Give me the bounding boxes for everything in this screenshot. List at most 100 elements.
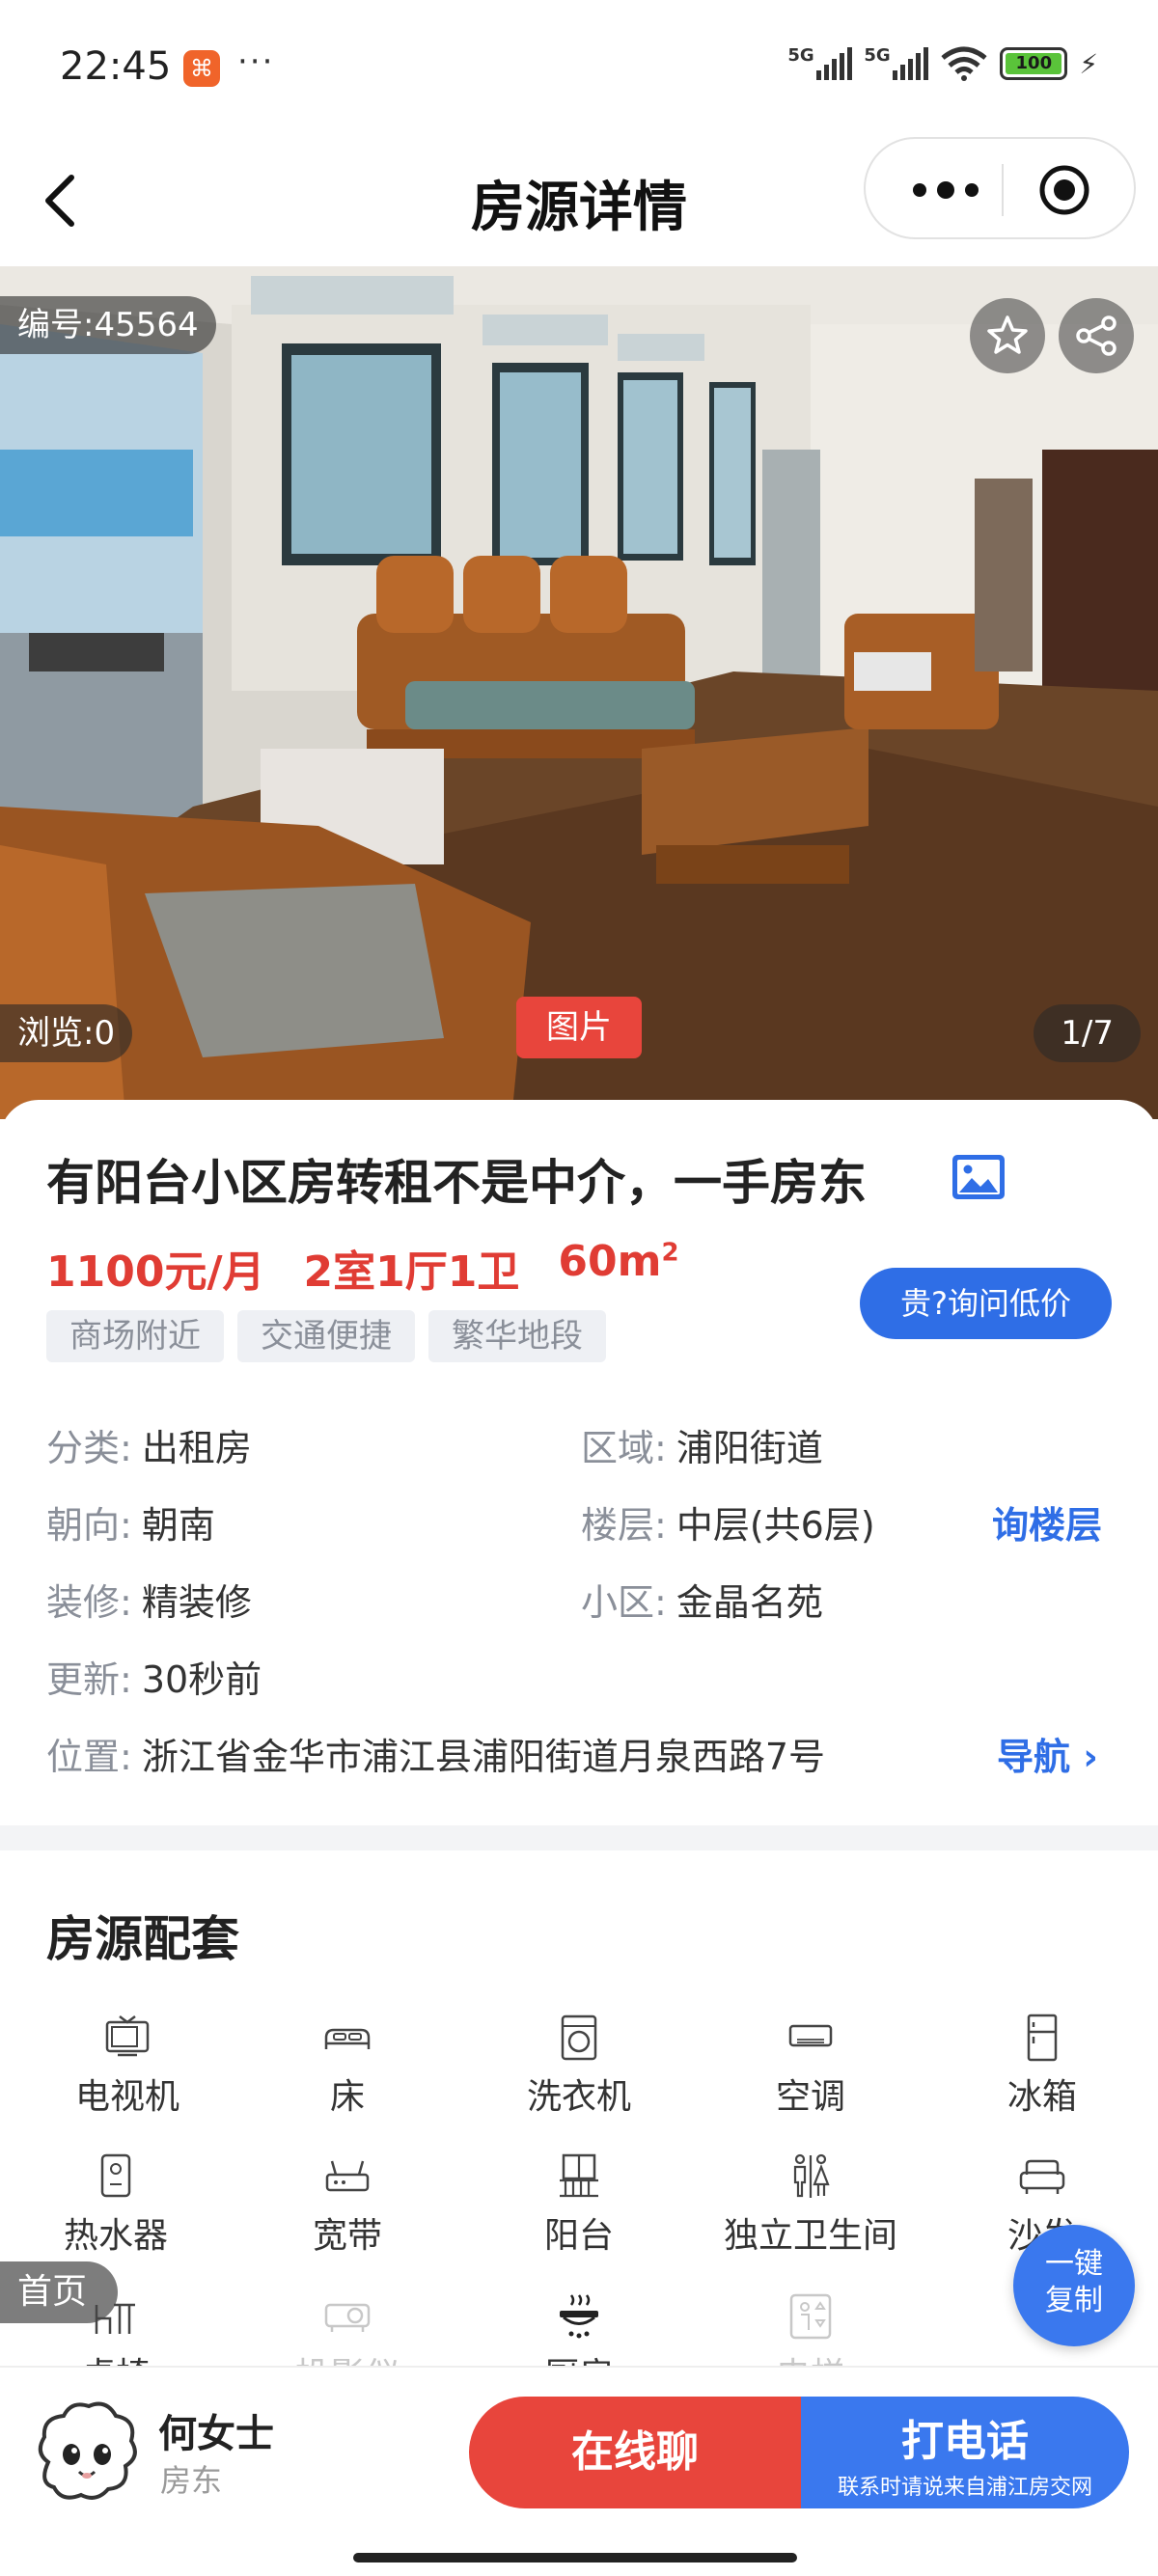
share-icon xyxy=(1076,315,1117,356)
nav-bar: 房源详情 xyxy=(0,135,1158,266)
tv-icon xyxy=(105,2015,150,2057)
amenity-item: 洗衣机 xyxy=(463,2013,695,2119)
star-icon xyxy=(987,315,1028,354)
status-time: 22:45 xyxy=(60,44,172,89)
amenity-label: 阳台 xyxy=(543,2216,614,2256)
detail-decoration: 装修: 精装修 xyxy=(46,1573,252,1626)
amenity-label: 空调 xyxy=(775,2077,845,2117)
home-floating-button[interactable]: 首页 xyxy=(0,2261,118,2323)
amenity-label: 电视机 xyxy=(74,2077,179,2117)
feature-tag: 商场附近 xyxy=(46,1310,224,1362)
copy-label-line2: 复制 xyxy=(1045,2284,1103,2317)
water-heater-icon xyxy=(100,2153,131,2198)
detail-updated: 更新: 30秒前 xyxy=(46,1650,262,1703)
kitchen-icon xyxy=(560,2294,598,2339)
detail-community: 小区: 金晶名苑 xyxy=(581,1573,823,1626)
battery-level: 100 xyxy=(1006,53,1062,74)
landlord-avatar[interactable] xyxy=(29,2395,145,2510)
ask-lower-price-button[interactable]: 贵?询问低价 xyxy=(860,1268,1112,1339)
detail-value: 30秒前 xyxy=(141,1658,262,1701)
amenity-item: 宽带 xyxy=(232,2151,463,2258)
detail-label: 朝向: xyxy=(46,1504,132,1547)
detail-label: 楼层: xyxy=(581,1504,667,1547)
ask-floor-link[interactable]: 询楼层 xyxy=(992,1495,1102,1548)
cell-signal-icon: 5G xyxy=(864,45,929,80)
detail-value: 浙江省金华市浦江县浦阳街道月泉西路7号 xyxy=(141,1736,825,1778)
wifi-icon xyxy=(941,46,987,81)
charging-icon: ⚡ xyxy=(1079,47,1098,80)
landlord-role: 房东 xyxy=(160,2462,223,2499)
navigate-link[interactable]: 导航 › xyxy=(997,1727,1098,1780)
detail-label: 位置: xyxy=(46,1736,132,1778)
sofa-icon xyxy=(1019,2159,1065,2194)
photo-counter: 1/7 xyxy=(1034,1004,1141,1062)
detail-value: 精装修 xyxy=(141,1581,252,1624)
amenity-item: 热水器 xyxy=(0,2151,232,2258)
listing-photo-carousel[interactable]: 编号:45564 浏览:0 图片 1/7 xyxy=(0,266,1158,1119)
copy-label-line1: 一键 xyxy=(1045,2247,1103,2281)
one-click-copy-button[interactable]: 一键 复制 xyxy=(1013,2225,1135,2346)
bottom-action-bar: 何女士 房东 在线聊 打电话 联系时请说来自浦江房交网 xyxy=(0,2366,1158,2576)
online-chat-button[interactable]: 在线聊 xyxy=(469,2397,801,2508)
restroom-icon xyxy=(793,2153,830,2198)
call-button-sublabel: 联系时请说来自浦江房交网 xyxy=(837,2476,1092,2500)
area: 60m2 xyxy=(558,1237,678,1299)
detail-label: 更新: xyxy=(46,1658,132,1701)
washer-icon xyxy=(561,2014,597,2061)
listing-info-card: 有阳台小区房转租不是中介，一手房东 1100元/月 2室1厅1卫 60m2 贵?… xyxy=(0,1100,1158,1825)
feature-tag: 繁华地段 xyxy=(428,1310,606,1362)
detail-label: 装修: xyxy=(46,1581,132,1624)
detail-location: 位置: 浙江省金华市浦江县浦阳街道月泉西路7号 xyxy=(46,1727,825,1780)
media-type-tab[interactable]: 图片 xyxy=(516,997,642,1058)
capsule-divider xyxy=(1002,164,1004,216)
detail-value: 出租房 xyxy=(141,1427,252,1469)
listing-title: 有阳台小区房转租不是中介，一手房东 xyxy=(46,1155,867,1211)
price-row: 1100元/月 2室1厅1卫 60m2 xyxy=(46,1237,679,1299)
detail-label: 分类: xyxy=(46,1427,132,1469)
amenity-item: 空调 xyxy=(695,2013,926,2119)
amenity-item: 冰箱 xyxy=(926,2013,1158,2119)
home-indicator[interactable] xyxy=(353,2553,797,2562)
balcony-icon xyxy=(560,2153,598,2198)
amenity-label: 床 xyxy=(329,2077,365,2117)
elevator-icon xyxy=(789,2293,832,2340)
more-dots-icon[interactable] xyxy=(902,166,989,214)
feature-tag: 交通便捷 xyxy=(237,1310,415,1362)
detail-category: 分类: 出租房 xyxy=(46,1418,252,1471)
detail-label: 区域: xyxy=(581,1427,667,1469)
signal-label: 5G xyxy=(864,45,891,66)
detail-value: 中层(共6层) xyxy=(676,1504,875,1547)
router-icon xyxy=(325,2160,370,2192)
call-button-label: 打电话 xyxy=(901,2417,1029,2466)
detail-district: 区域: 浦阳街道 xyxy=(581,1418,823,1471)
fridge-icon xyxy=(1027,2014,1058,2062)
projector-icon xyxy=(324,2303,371,2332)
signal-label: 5G xyxy=(787,45,814,66)
amenity-label: 洗衣机 xyxy=(526,2077,631,2117)
amenity-label: 宽带 xyxy=(312,2216,382,2256)
detail-floor: 楼层: 中层(共6层) xyxy=(581,1495,875,1548)
call-button[interactable]: 打电话 联系时请说来自浦江房交网 xyxy=(801,2397,1129,2508)
detail-value: 金晶名苑 xyxy=(676,1581,823,1624)
room-layout: 2室1厅1卫 xyxy=(303,1247,520,1297)
landlord-name: 何女士 xyxy=(158,2412,274,2456)
amenity-item: 床 xyxy=(232,2013,463,2119)
detail-value: 朝南 xyxy=(141,1504,215,1547)
target-circle-icon[interactable] xyxy=(1037,163,1091,217)
bed-icon xyxy=(324,2028,371,2049)
miniapp-capsule xyxy=(864,137,1136,239)
favorite-button[interactable] xyxy=(970,298,1045,373)
image-icon[interactable] xyxy=(951,1153,1006,1201)
views-count-badge: 浏览:0 xyxy=(0,1004,133,1062)
amenity-item: 独立卫生间 xyxy=(695,2151,926,2258)
listing-code-badge: 编号:45564 xyxy=(0,296,216,354)
amenities-title: 房源配套 xyxy=(46,1911,239,1967)
room-photo xyxy=(0,266,1158,1119)
amenity-label: 热水器 xyxy=(63,2216,168,2256)
amenity-item: 阳台 xyxy=(463,2151,695,2258)
amenity-label: 冰箱 xyxy=(1006,2077,1077,2117)
status-bar: 22:45 ⌘ ··· 5G 5G 100 ⚡ xyxy=(0,0,1158,135)
share-button[interactable] xyxy=(1059,298,1134,373)
section-divider xyxy=(0,1825,1158,1850)
amenity-label: 独立卫生间 xyxy=(723,2216,897,2256)
